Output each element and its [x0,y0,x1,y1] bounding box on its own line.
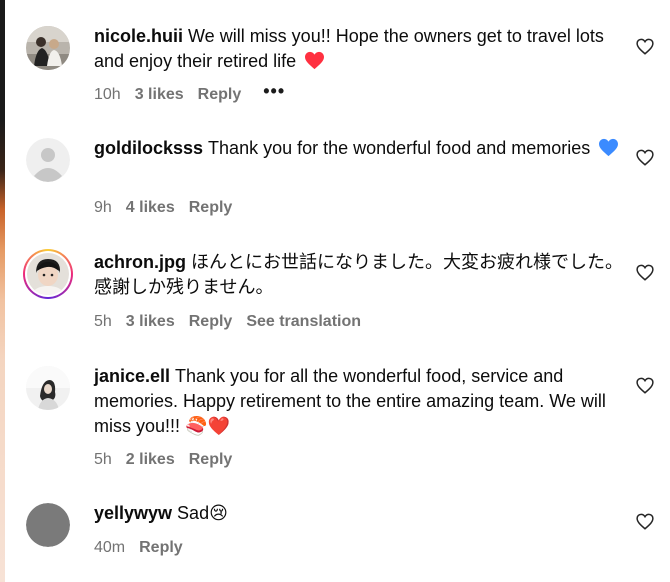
comment-meta: 40m Reply [94,539,197,557]
comment-body: Thank you for the wonderful food and mem… [208,138,591,158]
comment-time[interactable]: 5h [94,313,112,330]
avatar[interactable] [26,26,70,70]
comment-time[interactable]: 9h [94,199,112,216]
comment-text: janice.ell Thank you for all the wonderfu… [94,364,624,439]
blue-heart-emoji [598,138,619,164]
background-window-edge [0,0,5,582]
comment-username[interactable]: goldilocksss [94,138,203,158]
comment-meta: 5h 2 likes Reply [94,451,246,469]
comment-username[interactable]: achron.jpg [94,252,186,272]
comment-time[interactable]: 40m [94,539,125,556]
avatar[interactable] [26,138,70,182]
comment-text: yellywyw Sad😢 [94,501,624,526]
see-translation-button[interactable]: See translation [246,313,361,330]
comment-username[interactable]: nicole.huii [94,26,183,46]
comment-time[interactable]: 5h [94,451,112,468]
reply-button[interactable]: Reply [139,539,183,556]
heart-outline-icon[interactable] [636,38,654,56]
comment-meta: 5h 3 likes Reply See translation [94,313,375,331]
avatar[interactable] [26,366,70,410]
heart-outline-icon[interactable] [636,377,654,395]
like-count[interactable]: 3 likes [126,313,175,330]
like-count[interactable]: 3 likes [135,86,184,103]
comment-username[interactable]: yellywyw [94,503,172,523]
sushi-heart-emoji: 🍣❤️ [185,416,230,436]
comment-text: achron.jpg ほんとにお世話になりました。大変お疲れ様でした。感謝しか残り… [94,250,624,300]
red-heart-emoji [304,51,325,77]
comment-text: nicole.huii We will miss you!! Hope the o… [94,24,624,77]
reply-button[interactable]: Reply [189,313,233,330]
comment-time[interactable]: 10h [94,86,121,103]
reply-button[interactable]: Reply [198,86,242,103]
avatar-story-ring[interactable] [23,249,73,299]
like-count[interactable]: 2 likes [126,451,175,468]
comment-body: Thank you for all the wonderful food, se… [94,366,606,436]
more-options-icon[interactable]: ••• [263,81,285,102]
heart-outline-icon[interactable] [636,264,654,282]
like-count[interactable]: 4 likes [126,199,175,216]
comment-text: goldilocksss Thank you for the wonderful … [94,136,624,164]
reply-button[interactable]: Reply [189,199,233,216]
crying-face-emoji: 😢 [209,503,228,523]
avatar[interactable] [26,503,70,547]
comment-body: Sad [177,503,210,523]
comment-meta: 9h 4 likes Reply [94,199,246,217]
heart-outline-icon[interactable] [636,513,654,531]
comment-username[interactable]: janice.ell [94,366,170,386]
heart-outline-icon[interactable] [636,149,654,167]
comment-meta: 10h 3 likes Reply ••• [94,81,299,104]
reply-button[interactable]: Reply [189,451,233,468]
